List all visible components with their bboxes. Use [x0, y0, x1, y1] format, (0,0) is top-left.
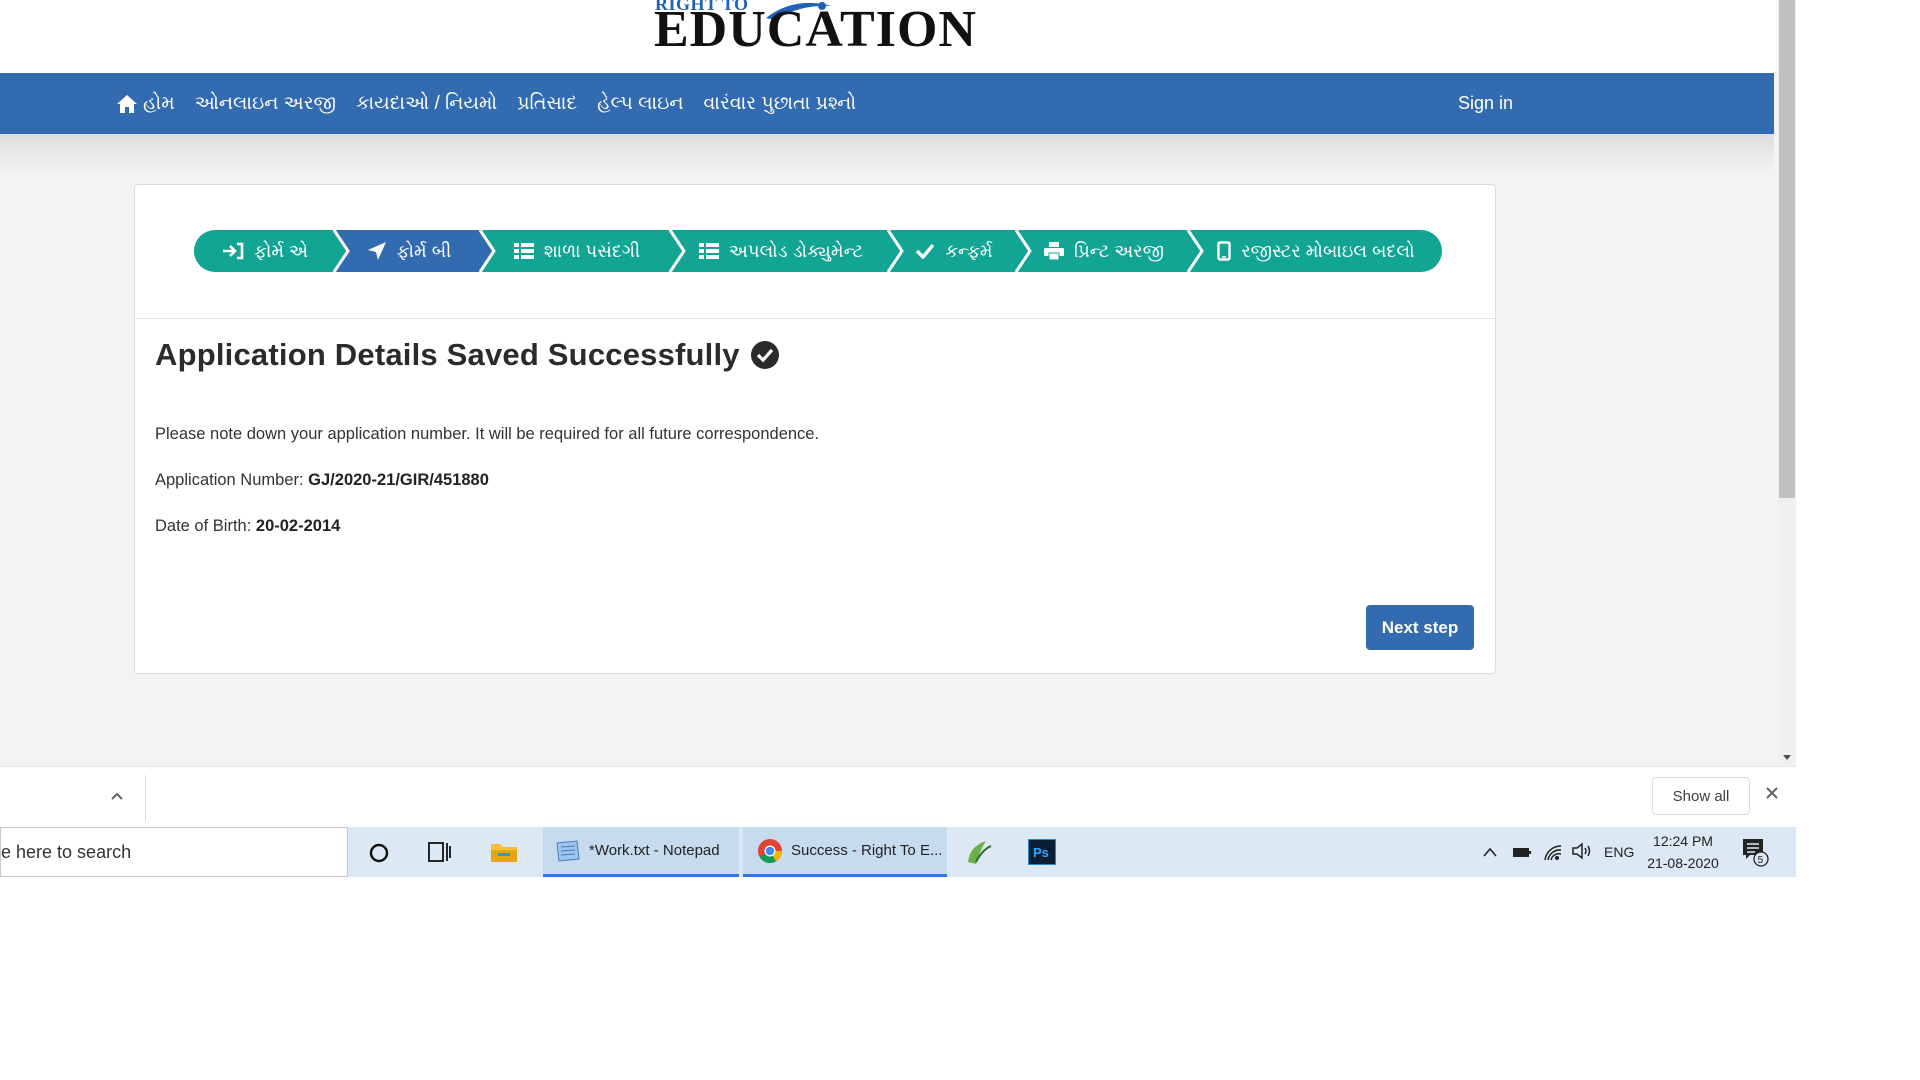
home-icon — [117, 94, 137, 113]
step-upload-documents[interactable]: અપલોડ ડોક્યુમેન્ટ — [672, 230, 904, 272]
logo-big-text: EDUCATION — [654, 1, 977, 58]
volume-icon[interactable] — [1571, 842, 1593, 860]
nav-laws-rules-label: કાયદાઓ / નિયમો — [356, 92, 498, 114]
step-print-application[interactable]: પ્રિન્ટ અરજી — [1018, 230, 1204, 272]
success-heading: Application Details Saved Successfully — [155, 337, 780, 373]
site-logo[interactable]: RIGHT TO EDUCATION — [654, 0, 984, 58]
dob-label: Date of Birth: — [155, 517, 252, 535]
header-shadow — [0, 134, 1774, 174]
step-confirm[interactable]: કન્ફર્મ — [890, 230, 1032, 272]
step-form-a-label: ફોર્મ એ — [253, 240, 309, 261]
step-school-selection-label: શાળા પસંદગી — [543, 240, 641, 261]
step-print-application-label: પ્રિન્ટ અરજી — [1074, 240, 1164, 261]
svg-text:Ps: Ps — [1033, 845, 1049, 860]
green-app-icon[interactable] — [964, 838, 994, 866]
nav-helpline[interactable]: હેલ્પ લાઇન — [597, 93, 683, 115]
page-title: Application Details Saved Successfully — [155, 337, 740, 372]
downloads-bar: Show all — [0, 766, 1796, 828]
step-form-b[interactable]: ફોર્મ બી — [336, 230, 496, 272]
step-form-b-label: ફોર્મ બી — [396, 240, 452, 261]
next-step-button[interactable]: Next step — [1366, 605, 1474, 650]
step-separator-icon — [478, 230, 496, 272]
step-confirm-label: કન્ફર્મ — [945, 240, 993, 261]
cortana-icon[interactable] — [368, 842, 390, 864]
step-separator-icon — [1186, 230, 1204, 272]
step-separator-icon — [1014, 230, 1032, 272]
site-header: RIGHT TO EDUCATION — [0, 0, 1778, 73]
wifi-icon[interactable] — [1543, 843, 1563, 861]
show-all-button[interactable]: Show all — [1652, 777, 1750, 815]
step-separator-icon — [886, 230, 904, 272]
browser-viewport: RIGHT TO EDUCATION હોમ ઓનલાઇન અરજી કાયદા… — [0, 0, 1778, 766]
scroll-down-arrow-icon[interactable] — [1783, 755, 1791, 760]
tray-chevron-up-icon[interactable] — [1482, 846, 1498, 858]
application-card: ફોર્મ એ ફોર્મ બી શાળા પસંદગી અપલોડ ડોક્ય… — [134, 184, 1496, 674]
notification-icon: 5 — [1743, 839, 1769, 867]
application-number-label: Application Number: — [155, 471, 304, 489]
nav-online-application[interactable]: ઓનલાઇન અરજી — [195, 93, 336, 115]
chrome-icon — [758, 838, 782, 863]
nav-feedback[interactable]: પ્રતિસાદ — [517, 93, 577, 115]
application-number-row: Application Number: GJ/2020-21/GIR/45188… — [155, 471, 489, 490]
taskbar-clock[interactable]: 12:24 PM 21-08-2020 — [1636, 830, 1730, 874]
nav-feedback-label: પ્રતિસાદ — [517, 92, 578, 114]
mobile-icon — [1217, 241, 1232, 261]
step-change-mobile-label: રજીસ્ટર મોબાઇલ બદલો — [1241, 240, 1415, 261]
taskbar-search-input[interactable]: e here to search — [0, 827, 348, 877]
step-form-a[interactable]: ફોર્મ એ — [194, 230, 350, 272]
nav-faq[interactable]: વારંવાર પુછાતા પ્રશ્નો — [703, 93, 856, 115]
check-icon — [916, 243, 935, 259]
nav-online-application-label: ઓનલાઇન અરજી — [194, 92, 337, 114]
task-view-icon[interactable] — [428, 841, 452, 863]
nav-laws-rules[interactable]: કાયદાઓ / નિયમો — [356, 93, 497, 115]
vertical-scrollbar[interactable] — [1778, 0, 1796, 766]
notification-count: 5 — [1758, 855, 1764, 866]
sign-in-link[interactable]: Sign in — [1458, 73, 1513, 134]
step-change-mobile[interactable]: રજીસ્ટર મોબાઇલ બદલો — [1190, 230, 1442, 272]
notepad-app-label: *Work.txt - Notepad — [589, 842, 720, 859]
notepad-icon — [556, 839, 580, 862]
taskbar-search-placeholder: e here to search — [1, 842, 132, 862]
step-upload-documents-label: અપલોડ ડોક્યુમેન્ટ — [728, 240, 864, 261]
clock-date: 21-08-2020 — [1647, 855, 1719, 871]
scrollbar-thumb[interactable] — [1779, 0, 1795, 498]
nav-helpline-label: હેલ્પ લાઇન — [597, 92, 684, 114]
clock-time: 12:24 PM — [1653, 833, 1713, 849]
taskbar-app-notepad[interactable]: *Work.txt - Notepad — [543, 827, 739, 877]
step-separator-icon — [332, 230, 350, 272]
chrome-app-label: Success - Right To E... — [791, 842, 943, 859]
steps-panel: ફોર્મ એ ફોર્મ બી શાળા પસંદગી અપલોડ ડોક્ય… — [135, 185, 1495, 319]
dob-row: Date of Birth: 20-02-2014 — [155, 517, 340, 536]
action-center-button[interactable]: 5 — [1741, 837, 1769, 872]
application-number-value: GJ/2020-21/GIR/451880 — [308, 471, 489, 489]
main-navbar: હોમ ઓનલાઇન અરજી કાયદાઓ / નિયમો પ્રતિસાદ … — [0, 73, 1774, 134]
language-indicator[interactable]: ENG — [1604, 827, 1634, 877]
check-circle-icon — [750, 341, 779, 369]
nav-home-label: હોમ — [143, 92, 175, 114]
sign-in-icon — [222, 242, 244, 260]
nav-faq-label: વારંવાર પુછાતા પ્રશ્નો — [703, 92, 857, 114]
battery-icon[interactable] — [1512, 845, 1532, 859]
list-icon — [513, 243, 534, 259]
taskbar-app-chrome[interactable]: Success - Right To E... — [743, 827, 947, 877]
step-separator-icon — [668, 230, 686, 272]
wizard-steps: ફોર્મ એ ફોર્મ બી શાળા પસંદગી અપલોડ ડોક્ય… — [194, 230, 1442, 272]
nav-items: હોમ ઓનલાઇન અરજી કાયદાઓ / નિયમો પ્રતિસાદ … — [116, 73, 856, 134]
close-icon[interactable] — [1765, 786, 1779, 800]
dob-value: 20-02-2014 — [255, 517, 341, 535]
note-text: Please note down your application number… — [155, 425, 820, 443]
windows-taskbar: e here to search *Work.txt - Notepad Suc… — [0, 827, 1796, 877]
downloads-divider — [145, 775, 146, 821]
print-icon — [1044, 242, 1065, 260]
file-explorer-icon[interactable] — [490, 840, 518, 864]
chevron-up-icon[interactable] — [110, 791, 124, 801]
list-icon — [698, 243, 719, 259]
step-school-selection[interactable]: શાળા પસંદગી — [482, 230, 686, 272]
photoshop-icon[interactable]: Ps — [1028, 839, 1056, 865]
send-icon — [367, 242, 386, 260]
nav-home[interactable]: હોમ — [116, 93, 175, 115]
